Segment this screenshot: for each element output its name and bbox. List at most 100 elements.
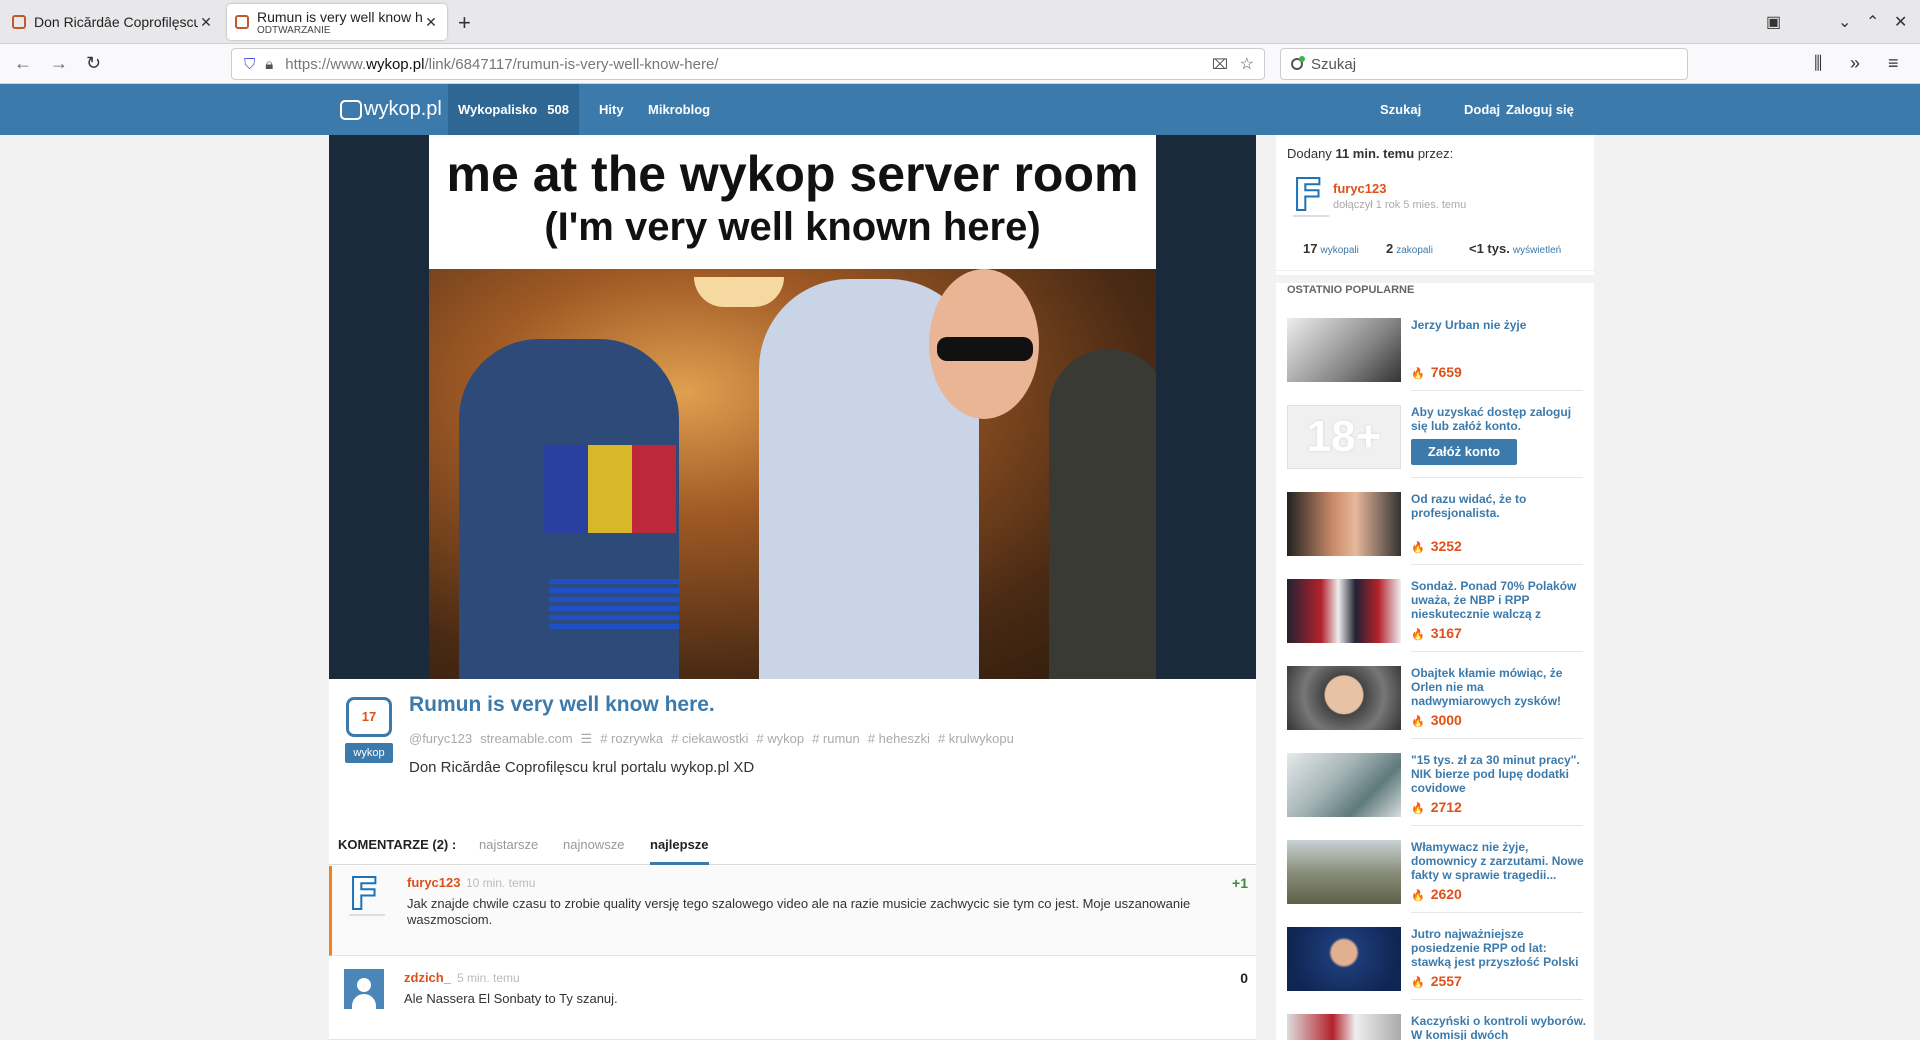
- popular-thumbnail[interactable]: [1287, 1014, 1401, 1040]
- sort-tab-best[interactable]: najlepsze: [650, 837, 709, 865]
- meme-caption-line1: me at the wykop server room: [446, 146, 1139, 202]
- stat-wykopali[interactable]: 17 wykopali: [1303, 241, 1359, 256]
- tag-link[interactable]: # rumun: [812, 731, 860, 747]
- meme-video-frame[interactable]: me at the wykop server room (I'm very we…: [429, 135, 1156, 679]
- comment-author[interactable]: furyc123: [407, 875, 460, 890]
- divider: [1411, 390, 1583, 391]
- popular-item[interactable]: Kaczyński o kontroli wyborów. W komisji …: [1287, 1014, 1587, 1040]
- url-scheme: https://www.: [285, 55, 367, 73]
- popular-item[interactable]: Jutro najważniejsze posiedzenie RPP od l…: [1287, 927, 1587, 1005]
- wykop-vote-button[interactable]: wykop: [345, 743, 393, 763]
- bookmark-star-icon[interactable]: ☆: [1240, 54, 1254, 74]
- tab-title: Rumun is very well know here: [257, 8, 423, 25]
- popular-thumbnail[interactable]: [1287, 840, 1401, 904]
- lock-icon[interactable]: 🔒︎: [265, 56, 273, 73]
- post-author-link[interactable]: @furyc123: [409, 731, 472, 747]
- popular-item[interactable]: Sondaż. Ponad 70% Polaków uważa, że NBP …: [1287, 579, 1587, 657]
- popular-thumbnail[interactable]: [1287, 666, 1401, 730]
- popular-title[interactable]: "15 tys. zł za 30 minut pracy". NIK bier…: [1411, 753, 1587, 795]
- wykop-logo[interactable]: wykop.pl: [340, 98, 442, 121]
- url-path: /link/6847117/rumun-is-very-well-know-he…: [424, 55, 719, 73]
- popular-item[interactable]: "15 tys. zł za 30 minut pracy". NIK bier…: [1287, 753, 1587, 831]
- flag-stripe-yellow: [588, 445, 632, 533]
- browser-tab-active[interactable]: Rumun is very well know here ODTWARZANIE…: [227, 4, 447, 40]
- back-arrow-icon[interactable]: ←: [14, 53, 32, 74]
- popular-item[interactable]: Włamywacz nie żyje, domownicy z zarzutam…: [1287, 840, 1587, 918]
- search-engine-icon: [1291, 56, 1305, 70]
- section-divider: [1276, 275, 1594, 283]
- popular-thumbnail[interactable]: [1287, 753, 1401, 817]
- tab-title: Don Ricărdâe Coprofilęscu: [34, 14, 198, 30]
- library-icon[interactable]: ⫼: [1814, 53, 1822, 74]
- browser-tab-bar: Don Ricărdâe Coprofilęscu ✕ Rumun is ver…: [0, 0, 1920, 44]
- tag-link[interactable]: # rozrywka: [600, 731, 663, 747]
- sort-tab-newest[interactable]: najnowsze: [563, 837, 624, 852]
- avatar[interactable]: [344, 969, 384, 1009]
- post-title[interactable]: Rumun is very well know here.: [409, 693, 715, 717]
- avatar[interactable]: F: [1292, 173, 1329, 219]
- popular-item[interactable]: Obajtek kłamie mówiąc, że Orlen nie ma n…: [1287, 666, 1587, 744]
- sort-tab-oldest[interactable]: najstarsze: [479, 837, 538, 852]
- nav-mikroblog[interactable]: Mikroblog: [648, 84, 710, 135]
- url-bar[interactable]: ⛉ 🔒︎ https://www. wykop.pl/link/6847117/r…: [231, 48, 1265, 80]
- popular-title[interactable]: Jutro najważniejsze posiedzenie RPP od l…: [1411, 927, 1587, 969]
- popular-title[interactable]: Kaczyński o kontroli wyborów. W komisji …: [1411, 1014, 1587, 1040]
- popular-thumbnail[interactable]: [1287, 492, 1401, 556]
- romanian-flag: [544, 445, 676, 533]
- divider: [1411, 912, 1583, 913]
- nav-szukaj[interactable]: Szukaj: [1380, 84, 1421, 135]
- post-source-link[interactable]: streamable.com: [480, 731, 572, 747]
- close-window-icon[interactable]: ✕: [1894, 12, 1907, 32]
- popular-points: 3252: [1411, 538, 1462, 554]
- popular-title[interactable]: Sondaż. Ponad 70% Polaków uważa, że NBP …: [1411, 579, 1587, 621]
- nav-hity[interactable]: Hity: [599, 84, 624, 135]
- video-scene: [429, 269, 1156, 679]
- overflow-menu-icon[interactable]: »: [1850, 53, 1860, 74]
- tag-link[interactable]: # ciekawostki: [671, 731, 748, 747]
- new-tab-plus-icon[interactable]: +: [458, 10, 471, 36]
- chevron-down-icon[interactable]: ⌄: [1838, 12, 1851, 32]
- popular-thumbnail[interactable]: [1287, 927, 1401, 991]
- popular-thumbnail[interactable]: [1287, 318, 1401, 382]
- popular-title[interactable]: Obajtek kłamie mówiąc, że Orlen nie ma n…: [1411, 666, 1587, 708]
- avatar[interactable]: F: [348, 872, 385, 918]
- maximize-icon[interactable]: ⌃: [1866, 12, 1879, 32]
- meme-caption-line2: (I'm very well known here): [544, 205, 1041, 249]
- reload-icon[interactable]: ↻: [86, 53, 101, 74]
- popular-title[interactable]: Jerzy Urban nie żyje: [1411, 318, 1587, 332]
- hamburger-menu-icon[interactable]: ≡: [1888, 53, 1899, 74]
- shield-icon[interactable]: ⛉: [244, 56, 255, 73]
- close-icon[interactable]: ✕: [198, 14, 214, 31]
- popular-title[interactable]: Od razu widać, że to profesjonalista.: [1411, 492, 1587, 520]
- comments-header: KOMENTARZE (2) : najstarsze najnowsze na…: [329, 825, 1256, 865]
- popular-item[interactable]: Od razu widać, że to profesjonalista. 32…: [1287, 492, 1587, 570]
- author-link[interactable]: furyc123: [1333, 181, 1386, 196]
- tag-link[interactable]: # wykop: [756, 731, 804, 747]
- translate-icon[interactable]: ⌧: [1212, 56, 1228, 73]
- tab-list-icon[interactable]: ▣: [1766, 12, 1781, 32]
- popular-thumbnail[interactable]: [1287, 579, 1401, 643]
- nav-wykopalisko[interactable]: Wykopalisko 508: [448, 84, 579, 135]
- comment-author[interactable]: zdzich_: [404, 970, 451, 985]
- wykop-favicon-icon: [12, 15, 26, 29]
- comment-item: zdzich_ 5 min. temu 0 Ale Nassera El Son…: [329, 961, 1256, 1040]
- divider: [1411, 738, 1583, 739]
- tag-link[interactable]: # krulwykopu: [938, 731, 1014, 747]
- forward-arrow-icon[interactable]: →: [50, 53, 68, 74]
- nav-count: 508: [547, 102, 569, 117]
- tag-link[interactable]: # heheszki: [868, 731, 930, 747]
- added-time: 11 min. temu: [1335, 146, 1415, 161]
- stat-zakopali[interactable]: 2 zakopali: [1386, 241, 1433, 256]
- nav-zaloguj[interactable]: Zaloguj się: [1506, 84, 1574, 135]
- popular-title[interactable]: Włamywacz nie żyje, domownicy z zarzutam…: [1411, 840, 1587, 882]
- browser-tab[interactable]: Don Ricărdâe Coprofilęscu ✕: [4, 4, 222, 40]
- create-account-button[interactable]: Załóż konto: [1411, 439, 1517, 465]
- stat-label: zakopali: [1396, 245, 1433, 256]
- flag-stripe-red: [632, 445, 676, 533]
- search-input[interactable]: Szukaj: [1280, 48, 1688, 80]
- nav-dodaj[interactable]: Dodaj: [1464, 84, 1500, 135]
- comment-text: Ale Nassera El Sonbaty to Ty szanuj.: [404, 991, 618, 1006]
- popular-item[interactable]: Jerzy Urban nie żyje 7659: [1287, 318, 1587, 396]
- close-icon[interactable]: ✕: [423, 14, 439, 31]
- video-player[interactable]: me at the wykop server room (I'm very we…: [329, 135, 1256, 679]
